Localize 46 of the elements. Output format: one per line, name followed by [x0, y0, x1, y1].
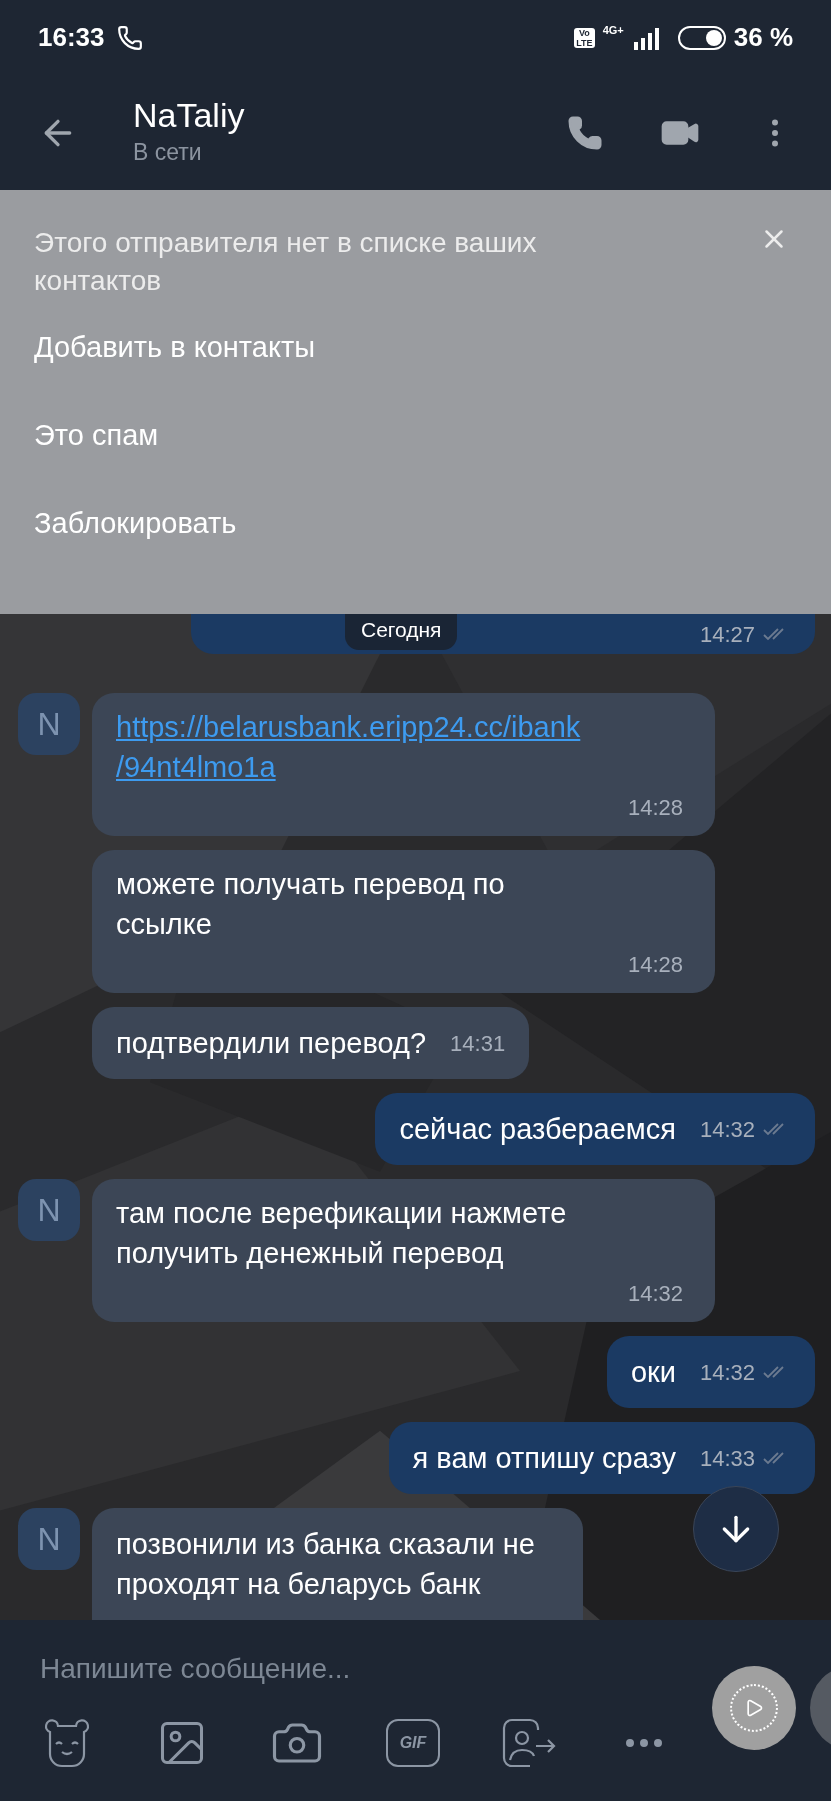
message-bubble[interactable]: подтвердили перевод? 14:31 [92, 1007, 530, 1079]
contact-name: NaTaliy [133, 95, 245, 136]
clock: 16:33 [38, 21, 105, 54]
message-bubble[interactable]: позвонили из банка сказали не проходят на беларусь банк [92, 1508, 583, 1620]
contact-status: В сети [133, 138, 203, 168]
date-chip: Сегодня [345, 614, 458, 650]
share-contact-icon[interactable] [502, 1718, 558, 1768]
message-time: 14:27 [699, 620, 755, 649]
message-text: подтвердили перевод? [116, 1026, 427, 1061]
banner-action[interactable]: Это спам [34, 396, 797, 476]
message-time: 14:32 [699, 1358, 755, 1387]
message-bubble[interactable]: https://belarusbank.eripp24.cc/ibank /94nt4lmo1a 14:28 [92, 693, 715, 836]
call-icon [116, 24, 143, 51]
contact-avatar[interactable]: N [18, 1508, 80, 1570]
message-bubble[interactable]: можете получать перевод по ссылке 14:28 [92, 850, 715, 993]
message-text: можете получать перевод по ссылке [116, 867, 506, 942]
message-bubble[interactable]: я вам отпишу сразу 14:33 [388, 1422, 815, 1494]
phone-icon[interactable] [567, 114, 603, 151]
message-input[interactable]: Напишите сообщение... [40, 1648, 680, 1690]
banner-action[interactable]: Добавить в контакты [34, 308, 797, 388]
gif-icon[interactable]: GIF [386, 1719, 440, 1767]
message-time: 14:32 [699, 1115, 755, 1144]
message-text: сейчас разбераемся [399, 1112, 676, 1147]
message-time: 14:31 [450, 1029, 506, 1058]
message-bubble[interactable]: сейчас разбераемся 14:32 [375, 1093, 815, 1165]
banner-action[interactable]: Заблокировать [34, 484, 797, 564]
battery-icon [677, 25, 726, 50]
message-link[interactable]: https://belarusbank.eripp24.cc/ibank /94nt4lmo1a [116, 707, 683, 787]
contact-avatar[interactable]: N [18, 693, 80, 755]
message-time: 14:28 [627, 794, 683, 822]
banner-message: Этого отправителя нет в списке ваших контактов [34, 226, 538, 298]
message-bubble[interactable]: оки 14:32 [606, 1336, 815, 1408]
play-icon [744, 1698, 764, 1718]
message-time: 14:28 [627, 951, 683, 979]
network-type: 4G+ [602, 23, 624, 38]
message-text: я вам отпишу сразу [412, 1441, 676, 1476]
volte-badge: Vo LTE [574, 27, 595, 48]
message-time: 14:33 [699, 1444, 755, 1473]
message-text: там после верефикации нажмете получить денежный перевод [116, 1196, 568, 1271]
message-time: 14:32 [627, 1280, 683, 1308]
signal-icon [631, 25, 662, 50]
battery-percent: 36 % [733, 21, 793, 54]
contact-avatar[interactable]: N [18, 1179, 80, 1241]
message-text: оки [630, 1355, 676, 1390]
message-text: позвонили из банка сказали не проходят на беларусь банк [116, 1528, 535, 1600]
message-bubble[interactable]: там после верефикации нажмете получить денежный перевод 14:32 [92, 1179, 715, 1322]
